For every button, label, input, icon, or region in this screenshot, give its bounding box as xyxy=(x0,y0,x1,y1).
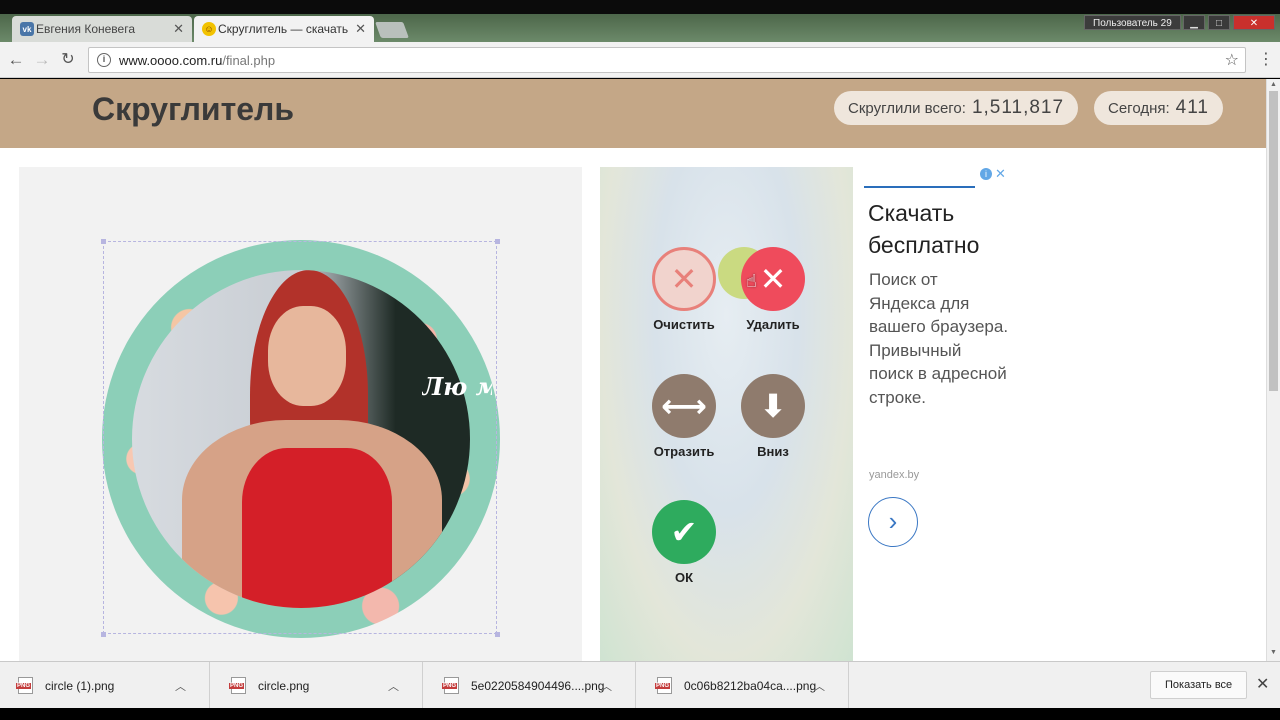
download-item[interactable]: circle.png ︿ xyxy=(213,662,423,709)
browser-toolbar: ← → ↻ i www.oooo.com.ru/final.php ☆ ⋮ xyxy=(0,42,1280,78)
page: Скруглитель Скруглили всего: 1,511,817 С… xyxy=(0,79,1266,661)
chevron-right-icon[interactable]: › xyxy=(868,497,918,547)
png-file-icon xyxy=(229,677,246,694)
down-button[interactable]: ⬇ Вниз xyxy=(728,374,818,459)
check-icon: ✔ xyxy=(652,500,716,564)
ad-body: Поиск от Яндекса для вашего браузера. Пр… xyxy=(869,270,1009,407)
resize-handle-tr[interactable] xyxy=(495,239,500,244)
address-bar[interactable]: i www.oooo.com.ru/final.php ☆ xyxy=(88,47,1246,73)
smile-icon: ☺ xyxy=(202,22,216,36)
site-title[interactable]: Скруглитель xyxy=(92,91,294,128)
url-text: www.oooo.com.ru/final.php xyxy=(119,53,275,68)
browser-titlebar: vk Евгения Коневега ✕ ☺ Скруглитель — ск… xyxy=(0,0,1280,42)
scroll-down-icon[interactable]: ▼ xyxy=(1270,649,1277,656)
ad-headline[interactable]: Скачать бесплатно xyxy=(868,197,1014,261)
download-filename: 0c06b8212ba04ca....png xyxy=(684,678,817,693)
selection-box[interactable] xyxy=(103,241,497,634)
stat-today-value: 411 xyxy=(1175,97,1209,118)
stat-today: Сегодня: 411 xyxy=(1094,91,1223,125)
arrow-down-icon: ⬇ xyxy=(741,374,805,438)
vk-icon: vk xyxy=(20,22,34,36)
png-file-icon xyxy=(655,677,672,694)
url-host: www.oooo.com.ru xyxy=(119,52,223,68)
scrollbar-thumb[interactable] xyxy=(1269,91,1278,391)
ok-label: ОК xyxy=(674,570,694,585)
close-icon[interactable]: ✕ xyxy=(173,21,184,37)
back-button[interactable]: ← xyxy=(6,50,26,70)
download-bar: circle (1).png ︿ circle.png ︿ 5e02205849… xyxy=(0,661,1280,709)
close-icon[interactable]: ✕ xyxy=(1256,674,1269,694)
clear-button[interactable]: ✕ Очистить xyxy=(639,247,729,332)
scroll-up-icon[interactable]: ▲ xyxy=(1270,81,1277,88)
resize-handle-bl[interactable] xyxy=(101,632,106,637)
chevron-up-icon[interactable]: ︿ xyxy=(814,678,825,694)
minimize-button[interactable]: ▁ xyxy=(1183,15,1205,30)
tab-label: Скруглитель — скачать xyxy=(218,22,348,36)
clear-icon: ✕ xyxy=(652,247,716,311)
ad-block[interactable]: i ✕ Скачать бесплатно Поиск от Яндекса д… xyxy=(864,166,1014,567)
info-icon[interactable]: i xyxy=(97,53,111,67)
resize-handle-tl[interactable] xyxy=(101,239,106,244)
url-path: /final.php xyxy=(222,52,276,68)
download-filename: circle.png xyxy=(258,678,310,693)
star-icon[interactable]: ☆ xyxy=(1225,50,1239,70)
photo-editor-canvas[interactable]: Лю мн Др До xyxy=(19,167,582,661)
close-icon[interactable]: ✕ xyxy=(995,166,1006,182)
tools-panel: ✕ Очистить ✕ Удалить ☝ ⟷ Отразить ⬇ Вниз… xyxy=(600,167,853,661)
mirror-button[interactable]: ⟷ Отразить xyxy=(639,374,729,459)
download-item[interactable]: 5e0220584904496....png ︿ xyxy=(426,662,636,709)
mirror-label: Отразить xyxy=(653,444,715,459)
window-close-button[interactable]: ✕ xyxy=(1233,15,1275,30)
menu-icon[interactable]: ⋮ xyxy=(1258,50,1274,70)
download-item[interactable]: 0c06b8212ba04ca....png ︿ xyxy=(639,662,849,709)
tab-rounder[interactable]: ☺ Скруглитель — скачать ✕ xyxy=(194,16,374,42)
chevron-up-icon[interactable]: ︿ xyxy=(175,678,186,694)
close-icon[interactable]: ✕ xyxy=(355,21,366,37)
tab-label: Евгения Коневега xyxy=(36,22,135,36)
ad-divider xyxy=(864,186,975,188)
screen-edge xyxy=(0,708,1280,720)
clear-label: Очистить xyxy=(653,317,715,332)
reload-button[interactable]: ↻ xyxy=(58,50,78,70)
show-all-button[interactable]: Показать все xyxy=(1150,671,1248,699)
new-tab-button[interactable] xyxy=(375,22,409,38)
hand-cursor-icon: ☝ xyxy=(746,271,757,291)
chevron-up-icon[interactable]: ︿ xyxy=(601,678,612,694)
delete-button[interactable]: ✕ Удалить xyxy=(728,247,818,332)
vertical-scrollbar[interactable]: ▲ ▼ xyxy=(1266,79,1280,661)
download-filename: circle (1).png xyxy=(45,678,115,693)
png-file-icon xyxy=(16,677,33,694)
ok-button[interactable]: ✔ ОК xyxy=(639,500,729,585)
forward-button[interactable]: → xyxy=(32,50,52,70)
stat-total: Скруглили всего: 1,511,817 xyxy=(834,91,1079,125)
png-file-icon xyxy=(442,677,459,694)
info-icon[interactable]: i xyxy=(980,168,992,180)
delete-label: Удалить xyxy=(746,317,800,332)
stat-total-value: 1,511,817 xyxy=(971,97,1065,118)
download-filename: 5e0220584904496....png xyxy=(471,678,605,693)
resize-handle-br[interactable] xyxy=(495,632,500,637)
maximize-button[interactable]: □ xyxy=(1208,15,1230,30)
stat-total-label: Скруглили всего: xyxy=(848,99,966,117)
stat-today-label: Сегодня: xyxy=(1108,99,1170,117)
down-label: Вниз xyxy=(757,444,789,459)
site-header: Скруглитель Скруглили всего: 1,511,817 С… xyxy=(0,79,1266,148)
mirror-icon: ⟷ xyxy=(652,374,716,438)
user-badge[interactable]: Пользователь 29 xyxy=(1084,15,1181,30)
ad-source[interactable]: yandex.by xyxy=(869,469,919,481)
download-item[interactable]: circle (1).png ︿ xyxy=(0,662,210,709)
tab-vk[interactable]: vk Евгения Коневега ✕ xyxy=(12,16,192,42)
chevron-up-icon[interactable]: ︿ xyxy=(388,678,399,694)
